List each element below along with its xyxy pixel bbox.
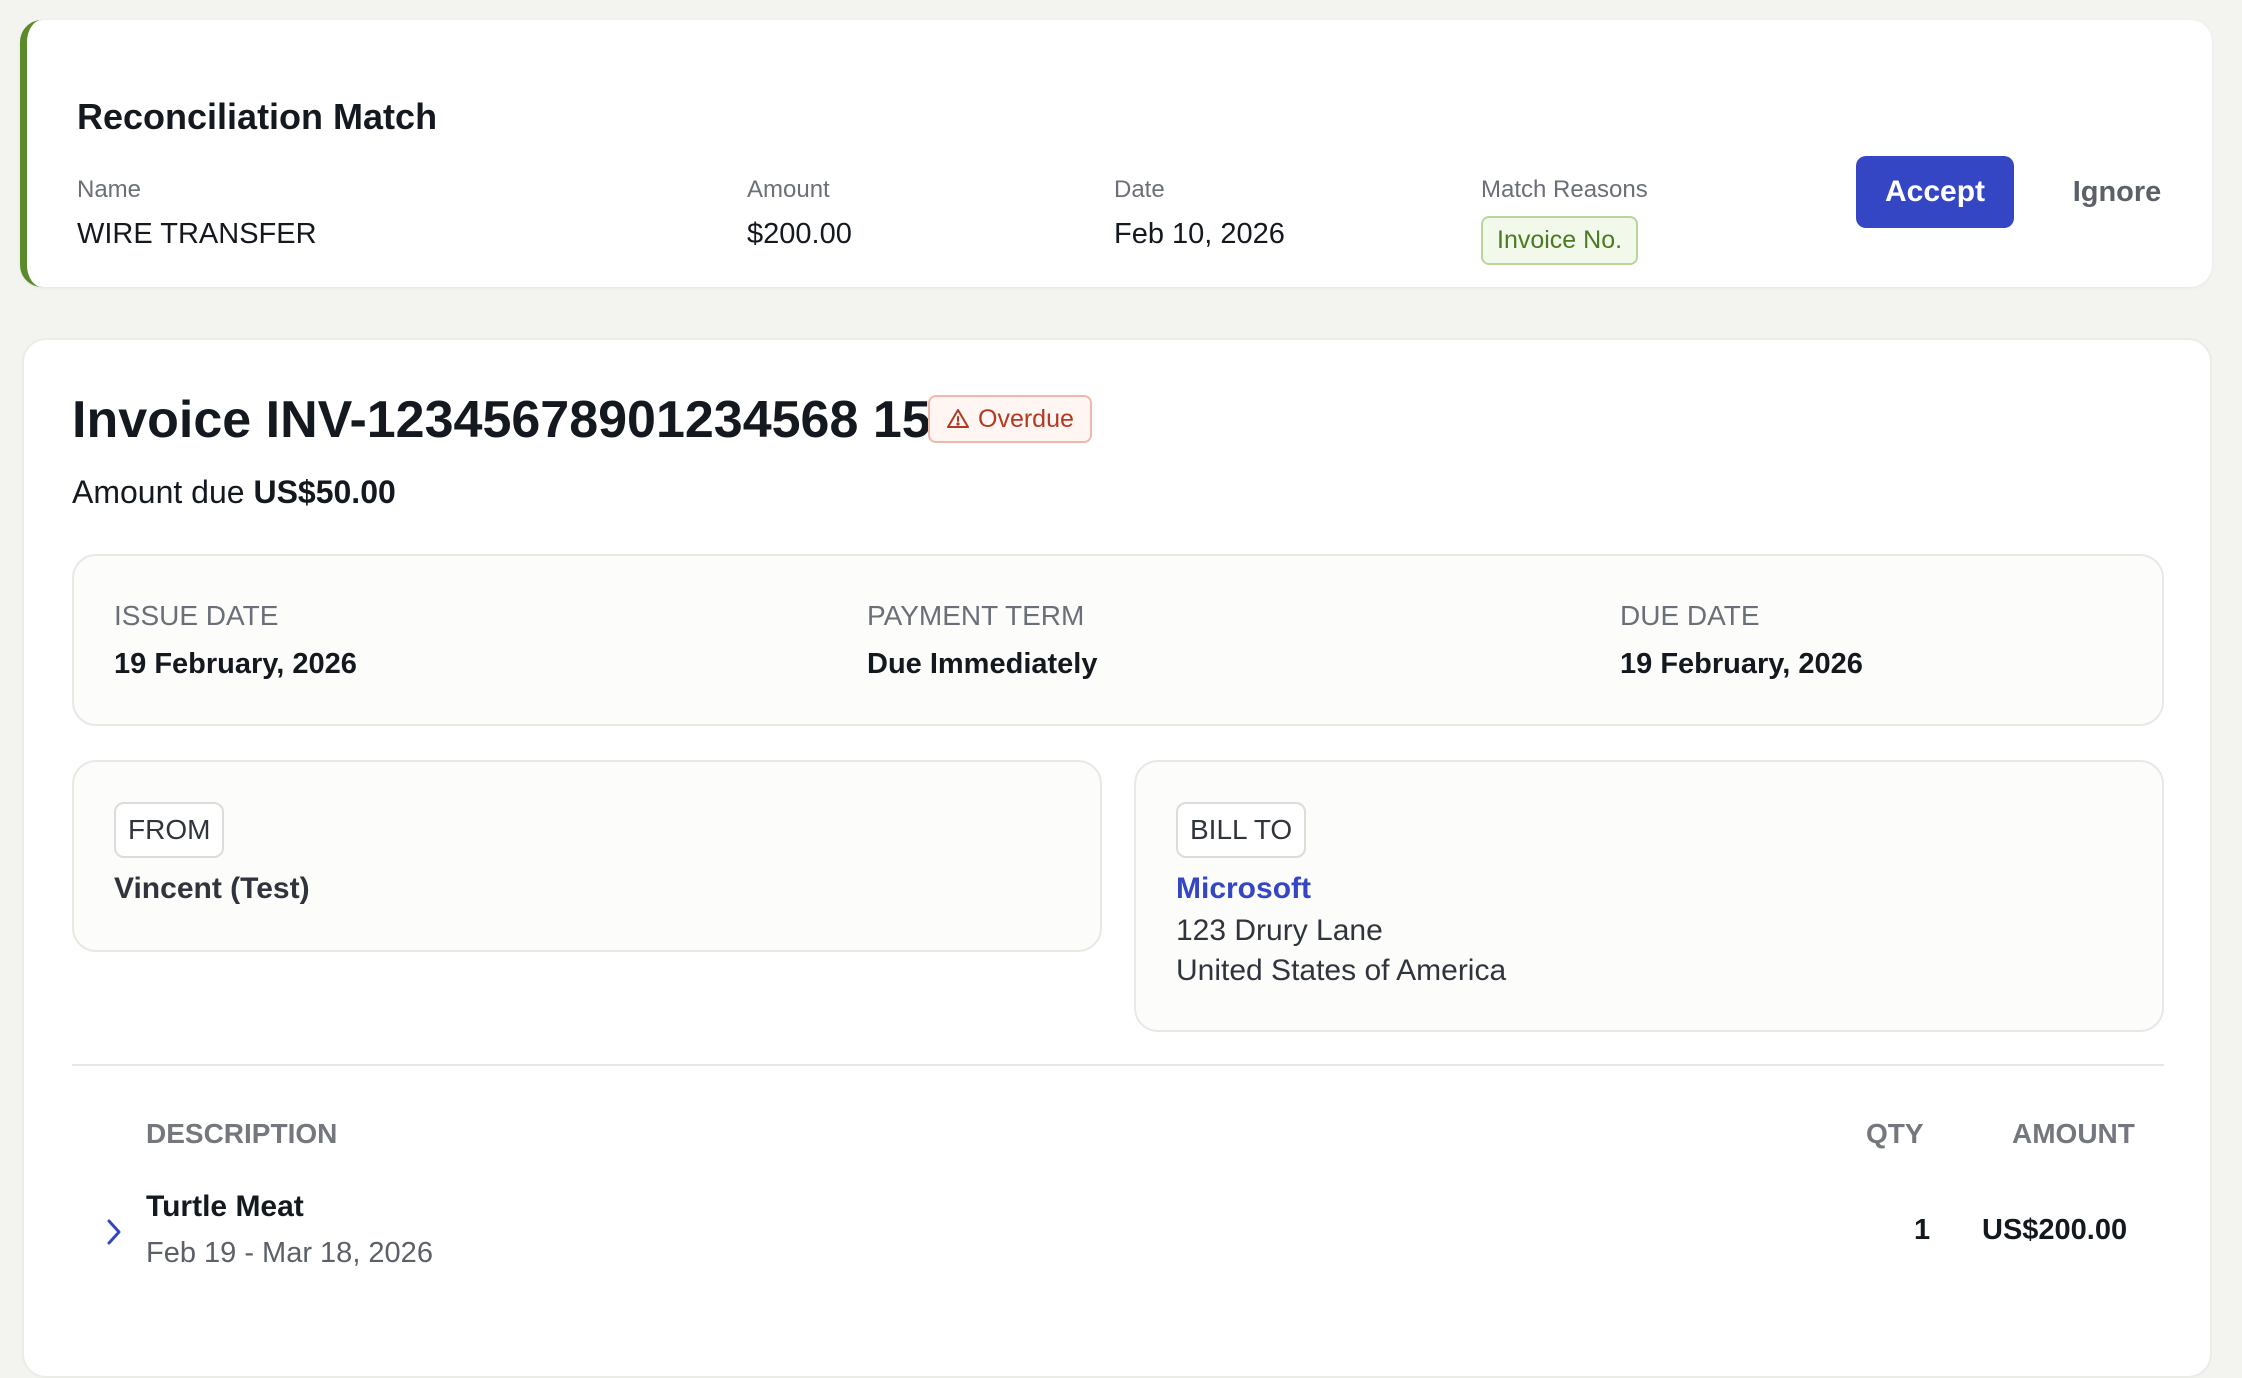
match-amount-value: $200.00 — [747, 218, 852, 250]
line-item-dates: Feb 19 - Mar 18, 2026 — [146, 1237, 433, 1269]
bill-to-customer-link[interactable]: Microsoft — [1176, 872, 1311, 906]
due-date-value: 19 February, 2026 — [1620, 648, 1863, 680]
match-date-field: Date Feb 10, 2026 — [1114, 176, 1285, 251]
column-header-qty: QTY — [1866, 1118, 1924, 1149]
column-header-amount: AMOUNT — [2012, 1118, 2135, 1149]
amount-due: Amount due US$50.00 — [72, 474, 396, 511]
match-name-value: WIRE TRANSFER — [77, 218, 317, 250]
invoice-terms-box: ISSUE DATE 19 February, 2026 PAYMENT TER… — [72, 554, 2164, 726]
invoice-title: Invoice INV-12345678901234568 15 — [72, 391, 931, 449]
match-title: Reconciliation Match — [77, 96, 438, 137]
section-divider — [72, 1064, 2164, 1066]
issue-date-field: ISSUE DATE 19 February, 2026 — [114, 600, 357, 681]
payment-term-value: Due Immediately — [867, 648, 1098, 680]
match-date-value: Feb 10, 2026 — [1114, 218, 1285, 250]
invoice-card: Invoice INV-12345678901234568 15 Overdue… — [22, 338, 2212, 1378]
line-item-amount: US$200.00 — [1982, 1214, 2128, 1246]
due-date-label: DUE DATE — [1620, 600, 1760, 631]
overdue-badge-label: Overdue — [978, 404, 1074, 433]
reconciliation-match-card: Reconciliation Match Name WIRE TRANSFER … — [20, 20, 2212, 287]
match-name-field: Name WIRE TRANSFER — [77, 176, 317, 251]
issue-date-value: 19 February, 2026 — [114, 648, 357, 680]
match-amount-field: Amount $200.00 — [747, 176, 852, 251]
from-tag: FROM — [114, 802, 225, 858]
bill-to-box: BILL TO Microsoft 123 Drury Lane United … — [1134, 760, 2164, 1032]
ignore-button[interactable]: Ignore — [2057, 156, 2177, 228]
amount-due-label: Amount due — [72, 474, 245, 510]
match-reason-badge: Invoice No. — [1481, 216, 1639, 265]
accept-button[interactable]: Accept — [1856, 156, 2014, 228]
bill-to-address-line2: United States of America — [1176, 954, 1507, 987]
from-box: FROM Vincent (Test) — [72, 760, 1102, 952]
overdue-status-badge: Overdue — [928, 395, 1092, 443]
amount-due-value: US$50.00 — [253, 474, 396, 510]
match-reasons-label: Match Reasons — [1481, 176, 1648, 203]
chevron-right-icon[interactable] — [102, 1216, 126, 1248]
match-amount-label: Amount — [747, 176, 830, 203]
line-item-description: Turtle Meat — [146, 1190, 304, 1223]
payment-term-field: PAYMENT TERM Due Immediately — [867, 600, 1097, 681]
payment-term-label: PAYMENT TERM — [867, 600, 1085, 631]
column-header-description: DESCRIPTION — [146, 1118, 338, 1149]
from-name: Vincent (Test) — [114, 872, 310, 905]
bill-to-tag: BILL TO — [1176, 802, 1307, 858]
bill-to-address-line1: 123 Drury Lane — [1176, 914, 1383, 947]
warning-triangle-icon — [947, 409, 969, 428]
due-date-field: DUE DATE 19 February, 2026 — [1620, 600, 1863, 681]
match-date-label: Date — [1114, 176, 1165, 203]
match-reasons-field: Match Reasons Invoice No. — [1481, 176, 1648, 265]
line-item-qty: 1 — [1914, 1214, 1931, 1246]
issue-date-label: ISSUE DATE — [114, 600, 279, 631]
match-name-label: Name — [77, 176, 142, 203]
